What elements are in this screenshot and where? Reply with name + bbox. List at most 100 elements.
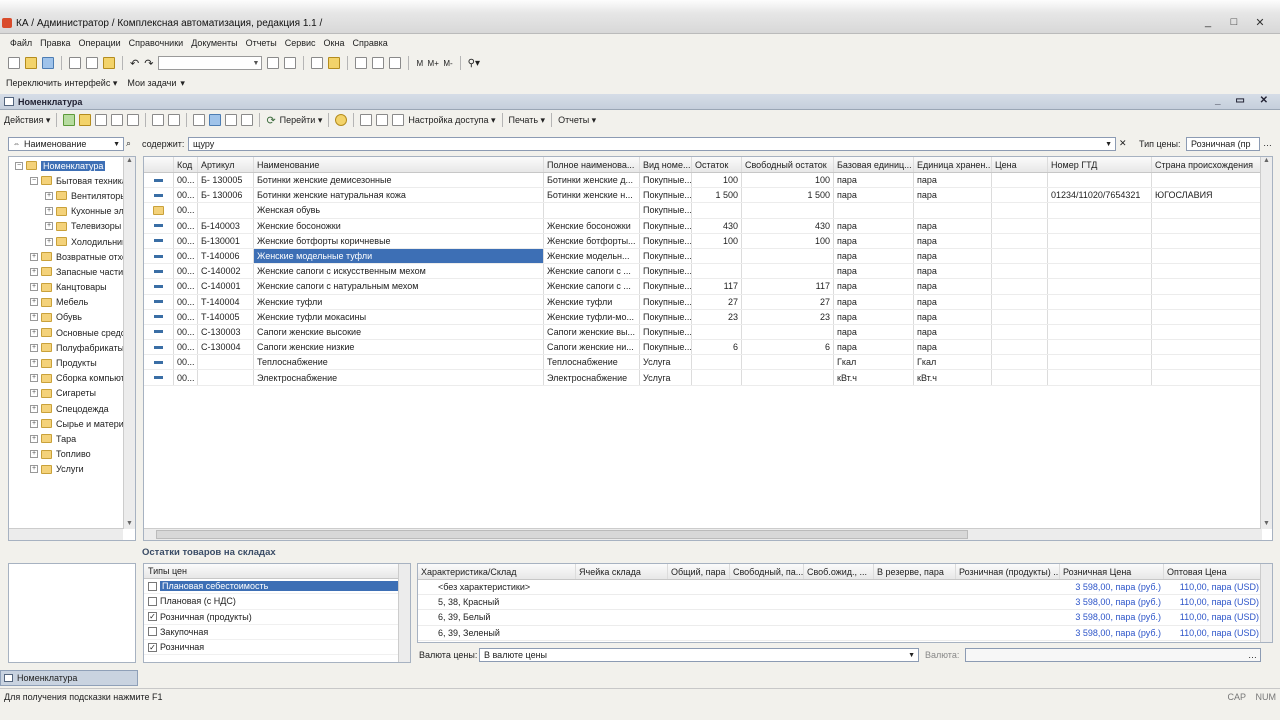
tree-item[interactable]: + Сырье и материалы (9, 416, 135, 431)
close-button[interactable]: ✕ (1248, 14, 1272, 30)
price-type-item[interactable]: Закупочная (144, 625, 410, 640)
stock-column-header[interactable]: Характеристика/Склад (418, 564, 576, 579)
info-icon[interactable] (328, 57, 341, 69)
stock-column-header[interactable]: В резерве, пара (874, 564, 956, 579)
column-header[interactable]: Артикул (198, 157, 254, 172)
column-header[interactable]: Код (174, 157, 198, 172)
column-header[interactable]: Остаток (692, 157, 742, 172)
search-combo[interactable]: ▼ (158, 56, 263, 70)
filter-list-icon[interactable] (225, 114, 238, 126)
stock-column-header[interactable]: Общий, пара (668, 564, 730, 579)
copy-icon[interactable] (86, 57, 98, 69)
tree-item[interactable]: + Услуги (9, 462, 123, 477)
tree-item[interactable]: + Канцтовары (9, 280, 123, 295)
checkbox[interactable] (148, 596, 157, 606)
my-tasks-button[interactable]: Мои задачи (127, 78, 176, 88)
price-type-item[interactable]: ✓ Розничная (продукты) (144, 610, 410, 625)
expand-icon[interactable]: + (30, 374, 38, 383)
tree-item[interactable]: + Полуфабрикаты (9, 340, 124, 355)
clipboard-icon[interactable] (389, 57, 402, 69)
scroll-up-icon[interactable]: ▲ (124, 157, 135, 164)
stock-scrollbar[interactable] (1260, 564, 1272, 642)
calendar-icon[interactable] (372, 57, 385, 69)
menu-documents[interactable]: Документы (191, 38, 237, 48)
paste-icon[interactable] (103, 57, 115, 69)
filter-off-icon[interactable] (241, 114, 254, 126)
expand-icon[interactable]: + (30, 252, 38, 261)
tree-item[interactable]: − Бытовая техника (9, 173, 127, 188)
stock-row[interactable]: 6, 39, Белый 3 598,00, пара (руб.) 110,00,… (418, 610, 1272, 626)
tree-hscrollbar[interactable] (9, 528, 123, 540)
price-type-menu-icon[interactable]: … (1263, 138, 1272, 148)
scroll-down-icon[interactable]: ▼ (126, 520, 133, 527)
expand-icon[interactable]: + (30, 359, 38, 368)
table-row[interactable]: 00... С-130003 Сапоги женские высокие Сапог… (144, 324, 1272, 341)
table-vscrollbar[interactable]: ▲ ▼ (1260, 157, 1272, 529)
maximize-button[interactable]: □ (1222, 14, 1246, 30)
stock-column-header[interactable]: Розничная (продукты) ... (956, 564, 1060, 579)
expand-icon[interactable]: + (30, 328, 38, 337)
tree-item[interactable]: + Возвратные отходы (9, 249, 135, 264)
redo-icon[interactable]: ↷ (144, 57, 153, 70)
tree-item[interactable]: + Сборка компьютеров (9, 371, 135, 386)
price-type-select[interactable]: Розничная (пр (1186, 137, 1260, 151)
switch-interface-button[interactable]: Переключить интерфейс ▾ (6, 78, 117, 89)
expand-icon[interactable]: + (30, 343, 38, 352)
clear-filter-icon[interactable]: ✕ (1119, 138, 1127, 149)
refresh-icon[interactable]: ⟳ (266, 114, 275, 127)
tree-item[interactable]: + Мебель (9, 295, 123, 310)
barcode-icon[interactable] (360, 114, 373, 126)
table-row[interactable]: 00... Т-140005 Женские туфли мокасины Женск… (144, 309, 1272, 325)
tree-item[interactable]: − Номенклатура (9, 158, 123, 173)
table-hscrollbar[interactable] (144, 528, 1262, 540)
find-icon[interactable] (267, 57, 280, 69)
checkbox[interactable]: ✓ (148, 612, 157, 622)
expand-icon[interactable]: + (30, 450, 38, 459)
tree-item[interactable]: + Запасные части (9, 264, 123, 279)
tree-item[interactable]: + Продукты (9, 355, 123, 370)
menu-windows[interactable]: Окна (324, 38, 345, 48)
price-type-item[interactable]: Плановая (с НДС) (144, 594, 410, 610)
tree-item[interactable]: + Телевизоры (9, 219, 123, 234)
filter-active-icon[interactable] (209, 114, 222, 126)
stock-column-header[interactable]: Оптовая Цена (1164, 564, 1262, 579)
filter-icon[interactable] (193, 114, 206, 126)
table-row[interactable]: 00... Б-130001 Женские ботфорты коричневые… (144, 233, 1272, 249)
move-icon[interactable] (168, 114, 181, 126)
tree-item[interactable]: + Спецодежда (9, 401, 123, 416)
windows-icon[interactable] (311, 57, 324, 69)
menu-file[interactable]: Файл (10, 38, 32, 48)
new-icon[interactable] (8, 57, 20, 69)
expand-icon[interactable]: + (30, 283, 38, 292)
filter-search-icon[interactable]: ⌕ (126, 138, 131, 149)
menu-help[interactable]: Справка (352, 38, 387, 48)
column-header[interactable]: Страна происхождения (1152, 157, 1262, 172)
stock-row[interactable]: 6, 39, Зеленый 3 598,00, пара (руб.) 110,0… (418, 626, 1272, 641)
tree-item[interactable]: +Кухонные электроприборы (9, 204, 135, 219)
expand-icon[interactable]: + (30, 267, 38, 276)
reports-menu[interactable]: Отчеты ▾ (558, 115, 596, 126)
expand-icon[interactable]: + (30, 298, 38, 307)
pin-icon[interactable]: ⚲▾ (468, 58, 480, 69)
help-icon[interactable] (335, 114, 348, 126)
hierarchy-icon[interactable] (152, 114, 165, 126)
expand-icon[interactable]: + (30, 419, 38, 428)
stock-column-header[interactable]: Розничная Цена (1060, 564, 1164, 579)
column-header[interactable]: Полное наименова... (544, 157, 640, 172)
open-window-tab[interactable]: Номенклатура (0, 670, 138, 686)
cut-icon[interactable] (69, 57, 81, 69)
structure-icon[interactable] (392, 114, 405, 126)
scroll-up-icon[interactable]: ▲ (1261, 157, 1272, 164)
calculator-icon[interactable] (355, 57, 368, 69)
currency2-input[interactable]: … (965, 648, 1261, 662)
filter-field-select[interactable]: ⇔ Наименование ▼ (8, 137, 124, 151)
edit-icon[interactable] (111, 114, 124, 126)
table-row[interactable]: 00... С-140002 Женские сапоги с искусствен… (144, 264, 1272, 280)
menu-edit[interactable]: Правка (40, 38, 70, 48)
add-icon[interactable] (63, 114, 76, 126)
tasks-dropdown-icon[interactable]: ▾ (180, 78, 185, 89)
collapse-icon[interactable]: − (30, 176, 38, 185)
column-header[interactable]: Базовая единиц... (834, 157, 914, 172)
price-types-scrollbar[interactable] (398, 564, 410, 662)
delete-icon[interactable] (127, 114, 140, 126)
